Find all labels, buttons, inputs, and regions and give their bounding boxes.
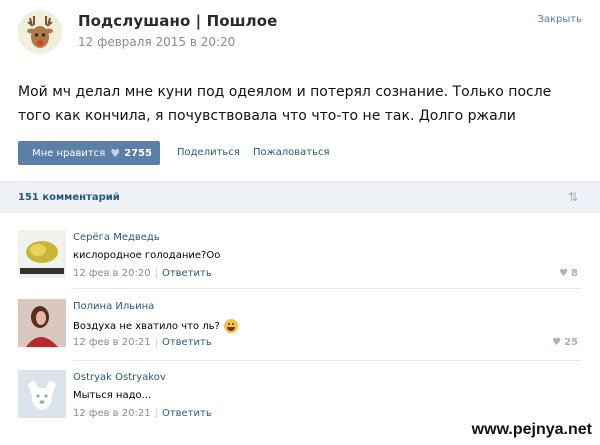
- comments-header: 151 комментарий ⇅: [0, 181, 600, 213]
- comment-likes[interactable]: ♥ 8: [559, 268, 578, 279]
- meta-separator: |: [154, 268, 158, 279]
- post-header: Подслушано | Пошлое 12 февраля 2015 в 20…: [0, 0, 600, 65]
- comment-text: Воздуха не хватило что ль?: [73, 319, 238, 333]
- close-link[interactable]: Закрыть: [537, 14, 582, 25]
- sort-icon[interactable]: ⇅: [568, 190, 578, 204]
- group-avatar[interactable]: [18, 10, 62, 54]
- comment-date[interactable]: 12 фев в 20:20: [73, 268, 151, 279]
- like-label: Мне нравится: [32, 147, 106, 159]
- reply-link[interactable]: Ответить: [162, 268, 212, 279]
- comment-text-content: кислородное голодание?Оо: [73, 250, 221, 261]
- meta-separator: |: [154, 337, 158, 348]
- reply-link[interactable]: Ответить: [162, 337, 212, 348]
- comment-meta: 12 фев в 20:20 | Ответить: [73, 268, 212, 279]
- comment-date[interactable]: 12 фев в 20:21: [73, 337, 151, 348]
- comment-text: Мыться надо...: [73, 390, 151, 401]
- report-link[interactable]: Пожаловаться: [253, 147, 330, 158]
- share-link[interactable]: Поделиться: [177, 147, 240, 158]
- group-name[interactable]: Подслушано | Пошлое: [78, 12, 277, 30]
- avatar[interactable]: [18, 230, 66, 278]
- like-count: 2755: [124, 147, 152, 159]
- comment-like-count: 25: [564, 337, 578, 348]
- comment-meta: 12 фев в 20:21 | Ответить: [73, 408, 212, 419]
- comment-date[interactable]: 12 фев в 20:21: [73, 408, 151, 419]
- heart-icon: ♥: [110, 146, 121, 160]
- laughing-emoji-icon: [223, 319, 238, 333]
- comments-count[interactable]: 151 комментарий: [18, 192, 120, 203]
- watermark: www.pejnya.net: [471, 421, 592, 438]
- comment-author[interactable]: Серёга Медведь: [73, 232, 160, 243]
- deer-icon: [18, 10, 62, 54]
- avatar[interactable]: [18, 299, 66, 347]
- comment-likes[interactable]: ♥ 25: [552, 337, 578, 348]
- comment-author[interactable]: Ostryak Ostryakov: [73, 372, 166, 383]
- avatar[interactable]: [18, 370, 66, 418]
- divider: [73, 360, 581, 361]
- default-dog-avatar-icon: [18, 370, 66, 418]
- comment-text-content: Мыться надо...: [73, 390, 152, 401]
- comment-author[interactable]: Полина Ильина: [73, 301, 154, 312]
- comment-text: кислородное голодание?Оо: [73, 250, 220, 261]
- heart-icon: ♥: [552, 337, 562, 348]
- comment-like-count: 8: [571, 268, 578, 279]
- post-text: Мой мч делал мне куни под одеялом и поте…: [18, 84, 552, 124]
- comment-text-content: Воздуха не хватило что ль?: [73, 320, 220, 332]
- comment: Полина Ильина Воздуха не хватило что ль?…: [0, 299, 600, 367]
- post-date[interactable]: 12 февраля 2015 в 20:20: [78, 35, 235, 49]
- comment-meta: 12 фев в 20:21 | Ответить: [73, 337, 212, 348]
- reply-link[interactable]: Ответить: [162, 408, 212, 419]
- heart-icon: ♥: [559, 268, 569, 279]
- meta-separator: |: [154, 408, 158, 419]
- like-button[interactable]: Мне нравится ♥ 2755: [18, 141, 160, 165]
- avatar-image: [18, 299, 66, 347]
- divider: [73, 288, 581, 289]
- avatar-image: [18, 230, 66, 278]
